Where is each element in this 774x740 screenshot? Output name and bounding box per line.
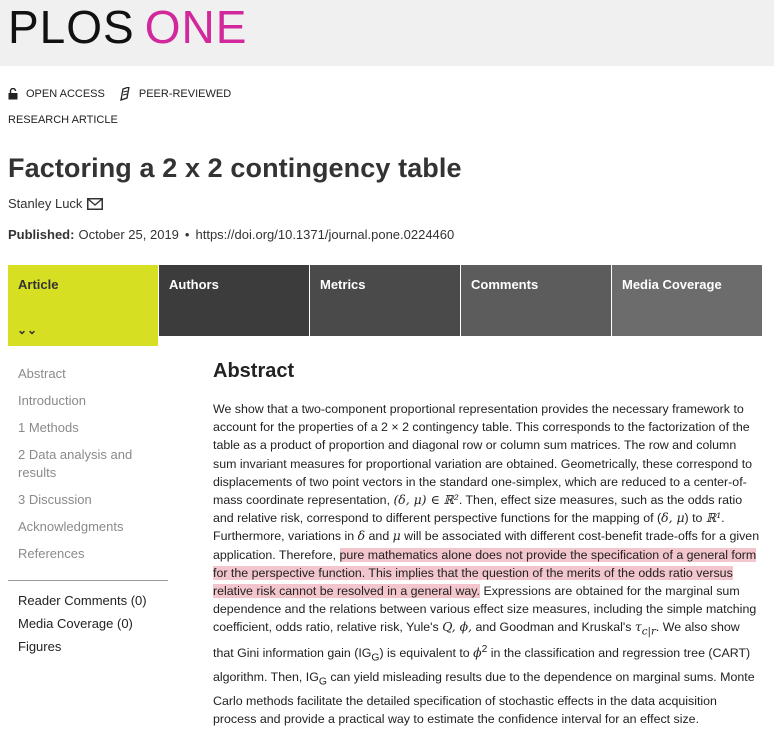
masthead: PLOS ONE bbox=[0, 0, 774, 66]
separator-dot: • bbox=[184, 227, 190, 242]
author-line: Stanley Luck bbox=[8, 196, 104, 211]
sidebar-item-data-analysis[interactable]: 2 Data analysis and results bbox=[8, 446, 148, 482]
sidebar-links: Reader Comments (0) Media Coverage (0) F… bbox=[8, 592, 157, 661]
peer-reviewed-badge: PEER-REVIEWED bbox=[119, 87, 231, 101]
article-title: Factoring a 2 x 2 contingency table bbox=[8, 153, 462, 183]
abstract-math-1: (δ, μ) ∈ ℝ² bbox=[393, 492, 459, 508]
abstract-heading: Abstract bbox=[213, 360, 295, 382]
plos-one-logo[interactable]: PLOS ONE bbox=[8, 4, 247, 50]
abstract-math-3: ℝ¹ bbox=[705, 510, 722, 526]
abstract-p8: and Goodman and Kruskal's bbox=[472, 620, 635, 635]
abstract-math-2: δ, μ bbox=[661, 510, 685, 526]
media-coverage-link[interactable]: Media Coverage (0) bbox=[8, 615, 157, 633]
publication-line: Published: October 25, 2019 • https://do… bbox=[8, 227, 454, 242]
abstract-p10: ) is equivalent to bbox=[379, 646, 474, 661]
sidebar-item-acknowledgments[interactable]: Acknowledgments bbox=[8, 518, 170, 536]
article-tabs: Article ⌄⌄ Authors Metrics Comments Medi… bbox=[8, 265, 762, 346]
tab-metrics[interactable]: Metrics bbox=[310, 265, 460, 336]
tab-authors[interactable]: Authors bbox=[159, 265, 309, 336]
abstract-math-4: δ bbox=[357, 528, 366, 544]
sidebar-item-abstract[interactable]: Abstract bbox=[8, 365, 170, 383]
abstract-p1: We show that a two-component proportiona… bbox=[213, 402, 753, 508]
abstract-sub-2: G bbox=[318, 676, 327, 688]
published-label: Published: bbox=[8, 227, 75, 242]
abstract-math-6: Q, ϕ, bbox=[442, 619, 472, 635]
chevron-down-icon[interactable]: ⌄⌄ bbox=[17, 323, 37, 337]
abstract-math-8: ϕ bbox=[473, 645, 482, 661]
tab-metrics-label: Metrics bbox=[320, 277, 366, 292]
tab-comments[interactable]: Comments bbox=[461, 265, 611, 336]
published-date: October 25, 2019 bbox=[78, 227, 179, 242]
author-name[interactable]: Stanley Luck bbox=[8, 196, 82, 211]
sidebar-divider bbox=[8, 580, 168, 581]
article-badges: OPEN ACCESS PEER-REVIEWED bbox=[8, 87, 245, 101]
abstract-p5: and bbox=[365, 529, 393, 544]
article-type: RESEARCH ARTICLE bbox=[8, 114, 118, 126]
logo-plos: PLOS bbox=[8, 1, 135, 53]
logo-one: ONE bbox=[144, 1, 248, 53]
open-lock-icon bbox=[8, 88, 18, 100]
article-main: Abstract We show that a two-component pr… bbox=[213, 360, 763, 728]
tab-comments-label: Comments bbox=[471, 277, 539, 292]
abstract-math-7: τ bbox=[634, 619, 642, 635]
tab-authors-label: Authors bbox=[169, 277, 219, 292]
tab-media-coverage[interactable]: Media Coverage bbox=[612, 265, 762, 336]
doi-link[interactable]: https://doi.org/10.1371/journal.pone.022… bbox=[195, 227, 454, 242]
sidebar-item-introduction[interactable]: Introduction bbox=[8, 392, 170, 410]
open-access-label: OPEN ACCESS bbox=[26, 88, 105, 100]
abstract-math-5: μ bbox=[392, 528, 401, 544]
abstract-text: We show that a two-component proportiona… bbox=[213, 400, 763, 728]
figures-link[interactable]: Figures bbox=[8, 638, 157, 656]
email-icon[interactable] bbox=[87, 197, 104, 210]
sidebar-item-discussion[interactable]: 3 Discussion bbox=[8, 491, 170, 509]
sidebar-item-methods[interactable]: 1 Methods bbox=[8, 419, 170, 437]
tab-article[interactable]: Article ⌄⌄ bbox=[8, 265, 158, 346]
peer-reviewed-label: PEER-REVIEWED bbox=[138, 88, 232, 100]
abstract-math-7-sub: c|r bbox=[641, 625, 656, 638]
peer-reviewed-icon bbox=[120, 87, 130, 101]
tab-media-coverage-label: Media Coverage bbox=[622, 277, 722, 292]
article-sidebar: Abstract Introduction 1 Methods 2 Data a… bbox=[8, 365, 170, 654]
tab-article-label: Article bbox=[18, 277, 59, 292]
sidebar-item-references[interactable]: References bbox=[8, 545, 170, 563]
open-access-badge: OPEN ACCESS bbox=[8, 88, 105, 100]
reader-comments-link[interactable]: Reader Comments (0) bbox=[8, 592, 157, 610]
abstract-p3: ) to bbox=[684, 511, 706, 526]
